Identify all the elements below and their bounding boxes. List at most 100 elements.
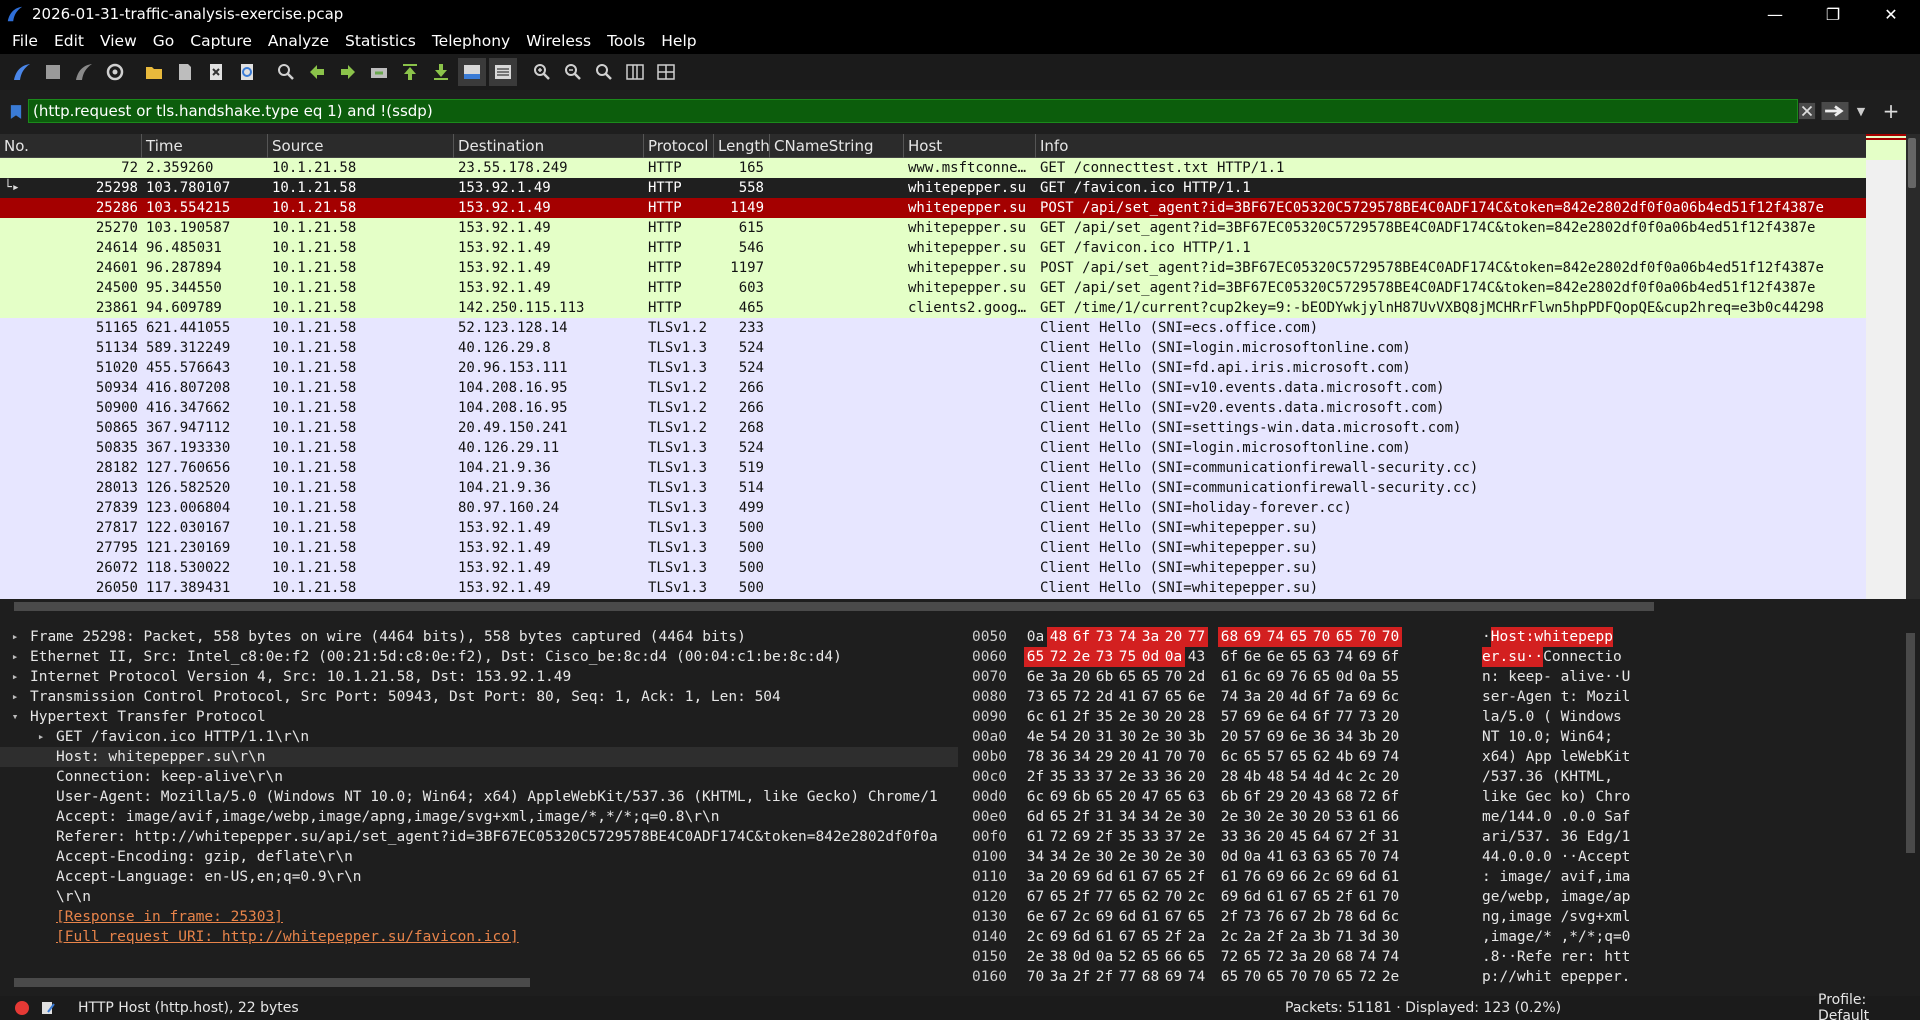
packet-row[interactable]: 25270 103.190587 10.1.21.58 153.92.1.49 HTTP…	[0, 218, 1866, 238]
detail-tree-item[interactable]: ▾ Hypertext Transfer Protocol	[0, 707, 958, 727]
hex-byte[interactable]: 6e	[1241, 647, 1264, 667]
normal-size-button[interactable]	[590, 58, 618, 86]
hex-byte[interactable]: 6f	[1379, 787, 1402, 807]
hex-byte[interactable]: 2f	[1024, 767, 1047, 787]
hex-byte[interactable]: 69	[1070, 827, 1093, 847]
hex-byte[interactable]: 69	[1264, 727, 1287, 747]
hex-byte[interactable]: 66	[1379, 807, 1402, 827]
hex-byte[interactable]: 2e	[1162, 847, 1185, 867]
hex-byte[interactable]: 34	[1024, 847, 1047, 867]
hex-byte[interactable]: 30	[1139, 847, 1162, 867]
hex-byte[interactable]: 74	[1379, 987, 1402, 988]
hex-byte[interactable]: 69	[1093, 907, 1116, 927]
hex-byte[interactable]: 38	[1047, 947, 1070, 967]
hex-byte[interactable]: 48	[1264, 767, 1287, 787]
bytes-ascii[interactable]: x64) App leWebKit	[1482, 747, 1630, 767]
menu-analyze[interactable]: Analyze	[260, 28, 337, 54]
bytes-hex[interactable]: 2f 35 33 37 2e 33 36 20 28 4b 48 54 4d 4c 2c 20	[1024, 767, 1402, 787]
expert-info-icon[interactable]	[14, 1000, 30, 1016]
hex-byte[interactable]: 61	[1379, 867, 1402, 887]
hex-byte[interactable]: 35	[1047, 767, 1070, 787]
packet-row[interactable]: 50900 416.347662 10.1.21.58 104.208.16.95 TL…	[0, 398, 1866, 418]
bytes-ascii[interactable]: me/144.0 .0.0 Saf	[1482, 807, 1630, 827]
hex-byte[interactable]: 2e	[1070, 847, 1093, 867]
hex-byte[interactable]: 65	[1162, 867, 1185, 887]
hex-byte[interactable]: 2e	[1116, 847, 1139, 867]
packet-row[interactable]: 26050 117.389431 10.1.21.58 153.92.1.49 TLSv…	[0, 578, 1866, 598]
go-back-button[interactable]	[303, 58, 331, 86]
details-hscroll-thumb[interactable]	[14, 978, 530, 987]
hex-byte[interactable]: 2a	[1185, 927, 1208, 947]
hex-byte[interactable]: 72	[1264, 947, 1287, 967]
hex-byte[interactable]: 2e	[1162, 807, 1185, 827]
hex-byte[interactable]: 3b	[1356, 727, 1379, 747]
packet-row[interactable]: 23861 94.609789 10.1.21.58 142.250.115.113 H…	[0, 298, 1866, 318]
hex-byte[interactable]: 28	[1185, 707, 1208, 727]
bytes-hex[interactable]: 78 36 34 29 20 41 70 70 6c 65 57 65 62 4b 69 74	[1024, 747, 1402, 767]
hex-byte[interactable]: 20	[1185, 767, 1208, 787]
packet-row[interactable]: 24500 95.344550 10.1.21.58 153.92.1.49 HTTP 6…	[0, 278, 1866, 298]
open-file-button[interactable]	[140, 58, 168, 86]
hex-byte[interactable]: 6e	[1264, 647, 1287, 667]
hex-byte[interactable]: 30	[1093, 847, 1116, 867]
hex-byte[interactable]: 53	[1333, 807, 1356, 827]
bytes-ascii[interactable]: NT 10.0; Win64;	[1482, 727, 1613, 747]
detail-tree-item[interactable]: Referer: http://whitepepper.su/api/set_a…	[0, 827, 958, 847]
hex-byte[interactable]: 6f	[1218, 647, 1241, 667]
chevron-down-icon[interactable]: ▾	[8, 707, 22, 727]
hex-byte[interactable]: 74	[1264, 627, 1287, 647]
hex-byte[interactable]: 63	[1287, 847, 1310, 867]
close-file-button[interactable]	[202, 58, 230, 86]
minimize-button[interactable]: —	[1746, 0, 1804, 28]
hex-byte[interactable]: 67	[1024, 887, 1047, 907]
hex-byte[interactable]: 65	[1162, 787, 1185, 807]
hex-byte[interactable]: 30	[1287, 807, 1310, 827]
hex-byte[interactable]: 43	[1310, 787, 1333, 807]
details-horizontal-scrollbar[interactable]	[0, 975, 958, 989]
hex-byte[interactable]: 74	[1379, 847, 1402, 867]
chevron-right-icon[interactable]: ▸	[8, 667, 22, 687]
hex-byte[interactable]: 74	[1241, 987, 1264, 988]
hex-byte[interactable]: 61	[1218, 867, 1241, 887]
hex-byte[interactable]: 72	[1356, 787, 1379, 807]
hex-byte[interactable]: 2e	[1116, 767, 1139, 787]
hex-byte[interactable]: 0d	[1139, 647, 1162, 667]
column-header-info[interactable]: Info	[1036, 134, 1866, 158]
packet-row[interactable]: 50865 367.947112 10.1.21.58 20.49.150.241 TL…	[0, 418, 1866, 438]
hex-byte[interactable]: 2e	[1070, 647, 1093, 667]
hex-byte[interactable]: 72	[1047, 647, 1070, 667]
hex-byte[interactable]: 67	[1139, 867, 1162, 887]
bytes-ascii[interactable]: .8··Refe rer: htt	[1482, 947, 1630, 967]
hex-byte[interactable]: 0d	[1333, 667, 1356, 687]
hex-byte[interactable]: 68	[1218, 627, 1241, 647]
bytes-hex[interactable]: 6d 65 2f 31 34 34 2e 30 2e 30 2e 30 20 53 61 66	[1024, 807, 1402, 827]
hex-byte[interactable]: 2f	[1070, 807, 1093, 827]
hex-byte[interactable]: 55	[1379, 667, 1402, 687]
apply-filter-button[interactable]	[1820, 100, 1850, 122]
hex-byte[interactable]: 68	[1139, 967, 1162, 987]
bytes-vertical-scrollbar[interactable]	[1902, 621, 1920, 988]
hex-byte[interactable]: 65	[1264, 967, 1287, 987]
hex-byte[interactable]: 0a	[1093, 947, 1116, 967]
detail-tree-item[interactable]: ▸ GET /favicon.ico HTTP/1.1\r\n	[0, 727, 958, 747]
bytes-ascii[interactable]: er.su··C onnectio	[1482, 647, 1622, 667]
hex-byte[interactable]: 6c	[1024, 787, 1047, 807]
hex-byte[interactable]: 66	[1162, 947, 1185, 967]
hex-byte[interactable]: 2d	[1185, 667, 1208, 687]
hex-byte[interactable]: 74	[1185, 967, 1208, 987]
hex-byte[interactable]: 70	[1287, 967, 1310, 987]
packet-minimap[interactable]	[1866, 134, 1906, 599]
hex-byte[interactable]: 57	[1264, 747, 1287, 767]
hex-byte[interactable]: 69	[1264, 867, 1287, 887]
stop-capture-button[interactable]	[39, 58, 67, 86]
detail-tree-item[interactable]: User-Agent: Mozilla/5.0 (Windows NT 10.0…	[0, 787, 958, 807]
hex-byte[interactable]: 33	[1139, 767, 1162, 787]
hex-byte[interactable]: 20	[1379, 707, 1402, 727]
hex-byte[interactable]: 69	[1139, 987, 1162, 988]
hex-byte[interactable]: 54	[1287, 767, 1310, 787]
bytes-hex[interactable]: 73752f6170692f7365745f6167656e74	[1024, 987, 1402, 988]
detail-tree-item[interactable]: Accept-Language: en-US,en;q=0.9\r\n	[0, 867, 958, 887]
bytes-hex[interactable]: 73 65 72 2d 41 67 65 6e 74 3a 20 4d 6f 7a 69 6c	[1024, 687, 1402, 707]
hex-byte[interactable]: 3a	[1287, 947, 1310, 967]
hex-byte[interactable]: 2c	[1218, 927, 1241, 947]
